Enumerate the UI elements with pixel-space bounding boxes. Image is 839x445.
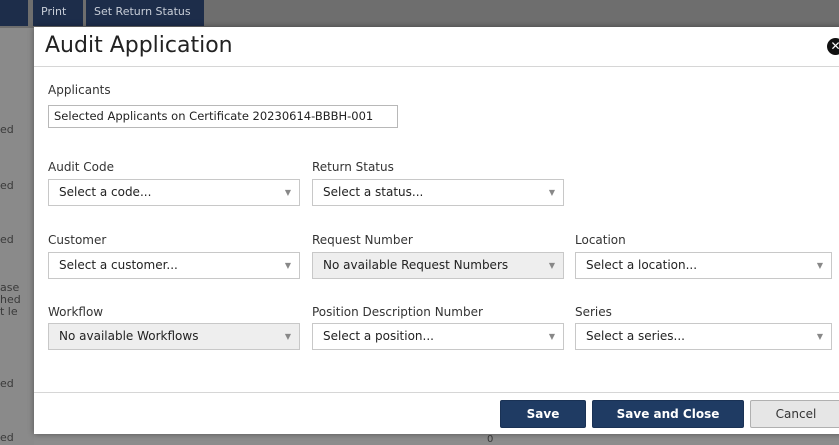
series-label: Series [575,305,612,319]
customer-value: Select a customer... [59,258,178,272]
background-toolbar-button [0,0,28,26]
background-text-fragment: ed [0,233,14,246]
return-status-value: Select a status... [323,185,424,199]
audit-application-dialog: Audit Application ✕ Applicants Selected … [34,27,839,434]
chevron-down-icon: ▼ [548,332,555,341]
audit-code-label: Audit Code [48,160,115,174]
background-text-fragment: ed [0,179,14,192]
background-text-fragment: ed [0,431,14,444]
workflow-select[interactable]: No available Workflows ▼ [48,323,300,350]
chevron-down-icon: ▼ [284,188,291,197]
position-description-label: Position Description Number [312,305,483,319]
chevron-down-icon: ▼ [548,261,555,270]
dialog-footer-divider [34,392,839,393]
series-value: Select a series... [586,329,685,343]
location-label: Location [575,233,626,247]
background-text-fragment: 0 [487,434,494,445]
background-text-fragment: ed [0,377,14,390]
background-left-column: ed ed ed ase hed t le ed ed [0,28,34,445]
save-button[interactable]: Save [500,400,586,428]
position-description-select[interactable]: Select a position... ▼ [312,323,564,350]
save-and-close-button[interactable]: Save and Close [592,400,744,428]
audit-code-select[interactable]: Select a code... ▼ [48,179,300,206]
location-select[interactable]: Select a location... ▼ [575,252,832,279]
return-status-select[interactable]: Select a status... ▼ [312,179,564,206]
chevron-down-icon: ▼ [548,188,555,197]
chevron-down-icon: ▼ [284,332,291,341]
position-description-value: Select a position... [323,329,434,343]
background-text-fragment: ed [0,123,14,136]
request-number-label: Request Number [312,233,413,247]
background-set-return-status-button: Set Return Status [86,0,204,26]
customer-select[interactable]: Select a customer... ▼ [48,252,300,279]
customer-label: Customer [48,233,107,247]
applicants-label: Applicants [48,83,111,97]
request-number-select[interactable]: No available Request Numbers ▼ [312,252,564,279]
chevron-down-icon: ▼ [816,261,823,270]
location-value: Select a location... [586,258,698,272]
background-print-button: Print [33,0,83,26]
close-icon[interactable]: ✕ [827,38,839,55]
dialog-header: Audit Application ✕ [34,27,839,67]
dialog-title: Audit Application [45,33,233,58]
chevron-down-icon: ▼ [816,332,823,341]
series-select[interactable]: Select a series... ▼ [575,323,832,350]
cancel-button[interactable]: Cancel [750,400,839,428]
audit-code-value: Select a code... [59,185,152,199]
background-toolbar: Print Set Return Status [0,0,839,28]
workflow-value: No available Workflows [59,329,199,343]
chevron-down-icon: ▼ [284,261,291,270]
applicants-field[interactable]: Selected Applicants on Certificate 20230… [48,105,398,128]
workflow-label: Workflow [48,305,104,319]
request-number-value: No available Request Numbers [323,258,509,272]
background-text-fragment: t le [0,305,18,318]
return-status-label: Return Status [312,160,394,174]
